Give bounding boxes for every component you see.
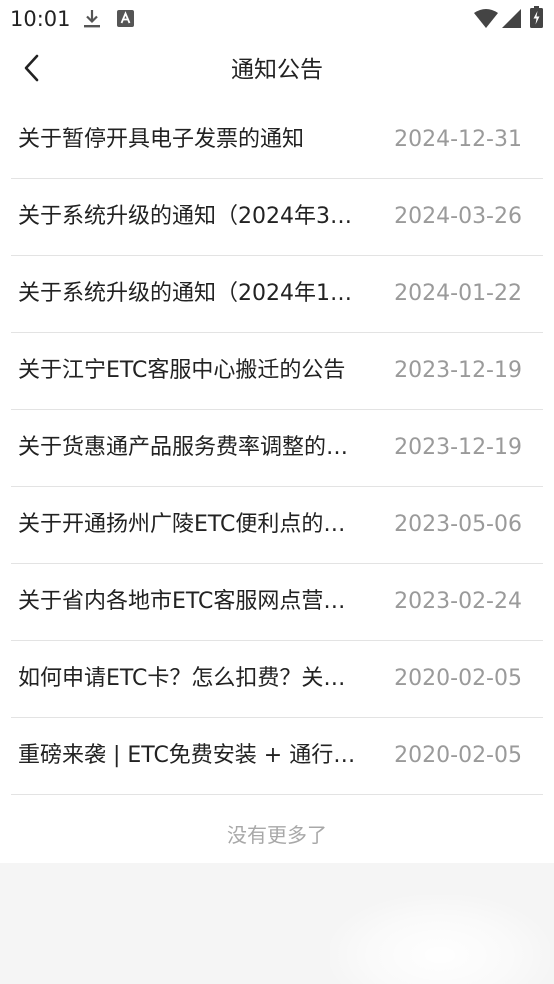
notice-title: 关于江宁ETC客服中心搬迁的公告 <box>18 358 346 383</box>
content-area: 10:01 通知公告 关于暂停开具电子发票的通知 2024-12-31 关于系统… <box>0 0 554 863</box>
font-a-icon <box>117 10 134 31</box>
notice-item[interactable]: 关于暂停开具电子发票的通知 2024-12-31 <box>11 102 543 179</box>
app-header: 通知公告 <box>0 38 554 102</box>
notice-date: 2023-12-19 <box>394 435 522 460</box>
notice-date: 2020-02-05 <box>394 666 522 691</box>
status-time: 10:01 <box>10 7 71 31</box>
signal-icon <box>502 9 521 32</box>
page-title: 通知公告 <box>231 57 323 83</box>
notice-date: 2024-03-26 <box>394 204 522 229</box>
notice-item[interactable]: 关于江宁ETC客服中心搬迁的公告 2023-12-19 <box>11 333 543 410</box>
notice-item[interactable]: 关于货惠通产品服务费率调整的… 2023-12-19 <box>11 410 543 487</box>
notice-item[interactable]: 关于省内各地市ETC客服网点营… 2023-02-24 <box>11 564 543 641</box>
notice-item[interactable]: 关于开通扬州广陵ETC便利点的… 2023-05-06 <box>11 487 543 564</box>
notice-date: 2020-02-05 <box>394 743 522 768</box>
notice-title: 关于暂停开具电子发票的通知 <box>18 127 305 152</box>
notice-date: 2023-05-06 <box>394 512 522 537</box>
notice-title: 如何申请ETC卡？怎么扣费？关… <box>18 666 346 691</box>
notice-title: 关于开通扬州广陵ETC便利点的… <box>18 512 346 537</box>
notice-title: 关于货惠通产品服务费率调整的… <box>18 435 349 460</box>
notice-title: 关于省内各地市ETC客服网点营… <box>18 589 346 614</box>
wifi-icon <box>474 9 498 32</box>
no-more-text: 没有更多了 <box>227 823 327 847</box>
notice-title: 重磅来袭 | ETC免费安装 + 通行… <box>18 743 356 768</box>
notice-item[interactable]: 关于系统升级的通知（2024年1… 2024-01-22 <box>11 256 543 333</box>
notice-item[interactable]: 如何申请ETC卡？怎么扣费？关… 2020-02-05 <box>11 641 543 718</box>
notice-date: 2023-12-19 <box>394 358 522 383</box>
notice-date: 2024-01-22 <box>394 281 522 306</box>
download-icon <box>82 8 102 34</box>
battery-charging-icon <box>530 6 543 32</box>
notice-item[interactable]: 重磅来袭 | ETC免费安装 + 通行… 2020-02-05 <box>11 718 543 795</box>
notice-title: 关于系统升级的通知（2024年3… <box>18 204 352 229</box>
status-bar: 10:01 <box>0 0 554 38</box>
notice-title: 关于系统升级的通知（2024年1… <box>18 281 352 306</box>
screen: 10:01 通知公告 关于暂停开具电子发票的通知 2024-12-31 关于系统… <box>0 0 554 984</box>
background-glow <box>330 895 550 984</box>
notice-date: 2023-02-24 <box>394 589 522 614</box>
notice-item[interactable]: 关于系统升级的通知（2024年3… 2024-03-26 <box>11 179 543 256</box>
notice-list: 关于暂停开具电子发票的通知 2024-12-31 关于系统升级的通知（2024年… <box>0 102 554 795</box>
notice-date: 2024-12-31 <box>394 127 522 152</box>
